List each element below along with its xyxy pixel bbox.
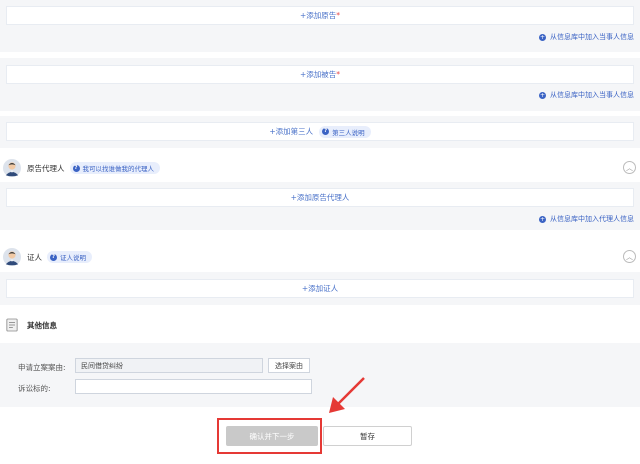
- witness-header: 证人 ? 证人说明 ︿: [0, 245, 640, 269]
- witness-title: 证人: [27, 252, 42, 262]
- witness-help-pill[interactable]: ? 证人说明: [47, 251, 92, 263]
- user-avatar-icon: [3, 248, 21, 266]
- third-party-panel: +添加第三人 ? 第三人说明: [0, 116, 640, 148]
- other-info-panel: 申请立案案由: 民间借贷纠纷 选择案由 诉讼标的:: [0, 343, 640, 407]
- chevron-up-icon[interactable]: ︿: [623, 250, 636, 263]
- plaintiff-agent-help-pill[interactable]: ? 我可以找谁做我的代理人: [69, 162, 160, 174]
- required-mark: *: [336, 11, 341, 20]
- add-witness-label: +添加证人: [301, 284, 339, 293]
- plus-circle-icon: +: [539, 215, 546, 223]
- case-reason-label: 申请立案案由:: [18, 363, 66, 372]
- add-third-party-button[interactable]: +添加第三人 ? 第三人说明: [6, 122, 634, 141]
- plaintiff-agent-header: 原告代理人 ? 我可以找谁做我的代理人 ︿: [0, 156, 640, 180]
- user-avatar-icon: [3, 159, 21, 177]
- save-draft-button[interactable]: 暂存: [323, 426, 412, 446]
- other-info-title: 其他信息: [27, 320, 57, 330]
- plaintiff-agent-title: 原告代理人: [27, 163, 65, 173]
- document-icon: [6, 318, 18, 332]
- defendant-library-link[interactable]: + 从信息库中加入当事人信息: [539, 90, 634, 100]
- add-defendant-button[interactable]: +添加被告 *: [6, 65, 634, 84]
- plaintiff-panel: +添加原告 * + 从信息库中加入当事人信息: [0, 0, 640, 52]
- choose-reason-button[interactable]: 选择案由: [268, 358, 310, 373]
- defendant-library-link-label: 从信息库中加入当事人信息: [550, 91, 634, 99]
- claim-target-label: 诉讼标的:: [18, 384, 51, 393]
- claim-target-field[interactable]: [75, 379, 312, 394]
- third-party-help-pill[interactable]: ? 第三人说明: [319, 125, 371, 138]
- plaintiff-agent-help-label: 我可以找谁做我的代理人: [82, 165, 155, 173]
- chevron-up-icon[interactable]: ︿: [623, 161, 636, 174]
- other-info-header: 其他信息: [0, 313, 640, 337]
- plaintiff-agent-panel: +添加原告代理人 + 从信息库中加入代理人信息: [0, 182, 640, 230]
- add-third-party-label: +添加第三人: [269, 127, 314, 136]
- defendant-panel: +添加被告 * + 从信息库中加入当事人信息: [0, 58, 640, 111]
- agent-library-link-label: 从信息库中加入代理人信息: [550, 215, 634, 223]
- witness-help-label: 证人说明: [60, 254, 86, 262]
- question-circle-icon: ?: [72, 164, 80, 172]
- add-plaintiff-button[interactable]: +添加原告 *: [6, 6, 634, 25]
- witness-panel: +添加证人: [0, 272, 640, 305]
- annotation-highlight-box: [217, 418, 322, 454]
- case-reason-field[interactable]: 民间借贷纠纷: [75, 358, 263, 373]
- question-circle-icon: ?: [50, 253, 57, 261]
- plus-circle-icon: +: [539, 33, 546, 41]
- agent-library-link[interactable]: + 从信息库中加入代理人信息: [539, 214, 634, 224]
- plaintiff-library-link-label: 从信息库中加入当事人信息: [550, 33, 634, 41]
- add-plaintiff-label: +添加原告: [299, 11, 337, 20]
- question-circle-icon: ?: [322, 128, 330, 135]
- add-defendant-label: +添加被告: [299, 70, 337, 79]
- third-party-help-label: 第三人说明: [332, 128, 365, 137]
- required-mark: *: [336, 70, 341, 79]
- plaintiff-library-link[interactable]: + 从信息库中加入当事人信息: [539, 32, 634, 42]
- add-plaintiff-agent-button[interactable]: +添加原告代理人: [6, 188, 634, 207]
- add-plaintiff-agent-label: +添加原告代理人: [290, 193, 350, 202]
- plus-circle-icon: +: [539, 91, 546, 99]
- add-witness-button[interactable]: +添加证人: [6, 279, 634, 298]
